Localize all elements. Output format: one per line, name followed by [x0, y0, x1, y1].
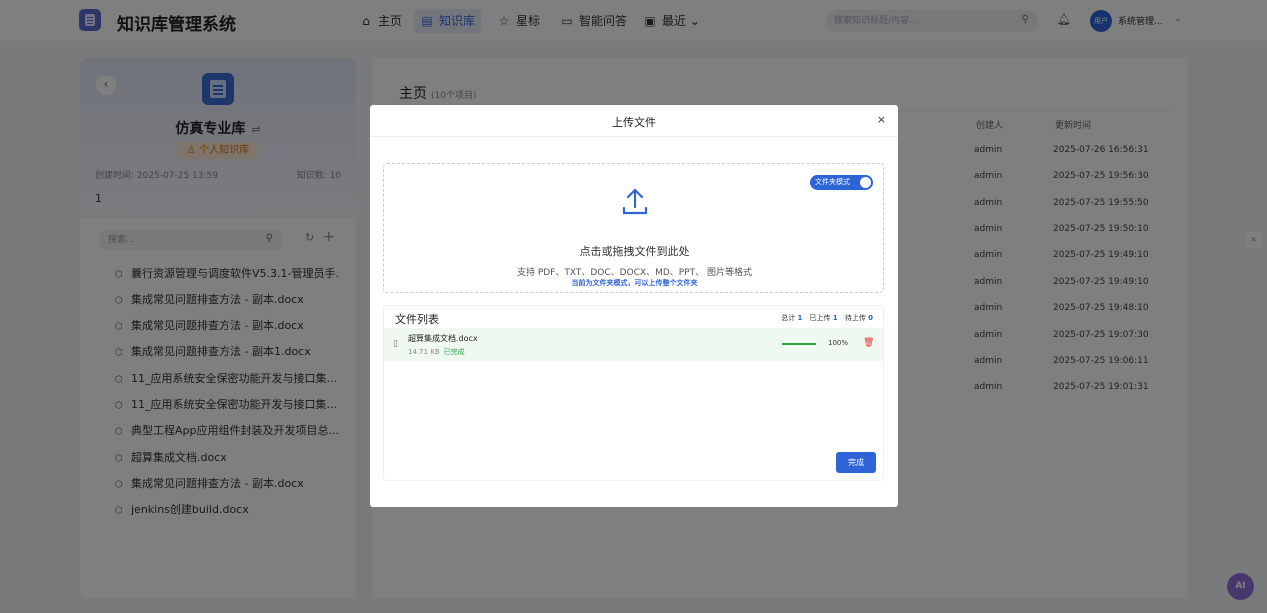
folder-mode-hint: 当前为文件夹模式，可以上传整个文件夹 — [571, 279, 698, 287]
folder-mode-toggle[interactable]: 文件夹模式 — [810, 175, 873, 190]
upload-file-size: 14.71 KB — [408, 348, 440, 356]
toggle-knob — [860, 177, 871, 188]
pending-count: 0 — [868, 314, 873, 322]
upload-status: 已完成 — [443, 348, 465, 356]
uploaded-count: 1 — [832, 314, 838, 322]
upload-file-meta: 14.71 KB 已完成 — [408, 347, 465, 357]
upload-file-list: 文件列表 总计 1 已上传 1 待上传 0 ▯ 超算集成文档.docx 14.7… — [383, 305, 884, 481]
uploaded-label: 已上传 — [809, 314, 831, 322]
upload-stats: 总计 1 已上传 1 待上传 0 — [781, 313, 873, 323]
upload-icon — [622, 188, 648, 215]
total-count: 1 — [797, 314, 803, 322]
upload-progress-text: 100% — [828, 339, 849, 347]
upload-file-name: 超算集成文档.docx — [408, 334, 478, 343]
upload-dialog: 上传文件 × 文件夹模式 点击或拖拽文件到此处 支持 PDF、TXT、DOC、D… — [370, 105, 898, 507]
upload-progress-bar — [782, 343, 816, 345]
divider — [370, 136, 898, 137]
upload-dropzone[interactable]: 文件夹模式 点击或拖拽文件到此处 支持 PDF、TXT、DOC、DOCX、MD、… — [383, 163, 884, 293]
trash-icon[interactable]: 🗑︎ — [863, 338, 874, 348]
document-icon: ▯ — [393, 339, 398, 349]
close-icon[interactable]: × — [877, 113, 886, 126]
folder-mode-label: 文件夹模式 — [815, 178, 850, 186]
dropzone-instruction: 点击或拖拽文件到此处 — [579, 245, 690, 258]
supported-formats: 支持 PDF、TXT、DOC、DOCX、MD、PPT、 图片等格式 — [516, 268, 753, 278]
pending-label: 待上传 — [844, 314, 866, 322]
done-button[interactable]: 完成 — [836, 452, 876, 473]
file-list-title: 文件列表 — [395, 313, 439, 326]
upload-progress-fill — [782, 343, 816, 345]
total-label: 总计 — [781, 314, 796, 322]
upload-file-row: ▯ 超算集成文档.docx 14.71 KB 已完成 100% 🗑︎ — [384, 328, 883, 361]
dialog-title: 上传文件 — [612, 116, 656, 129]
